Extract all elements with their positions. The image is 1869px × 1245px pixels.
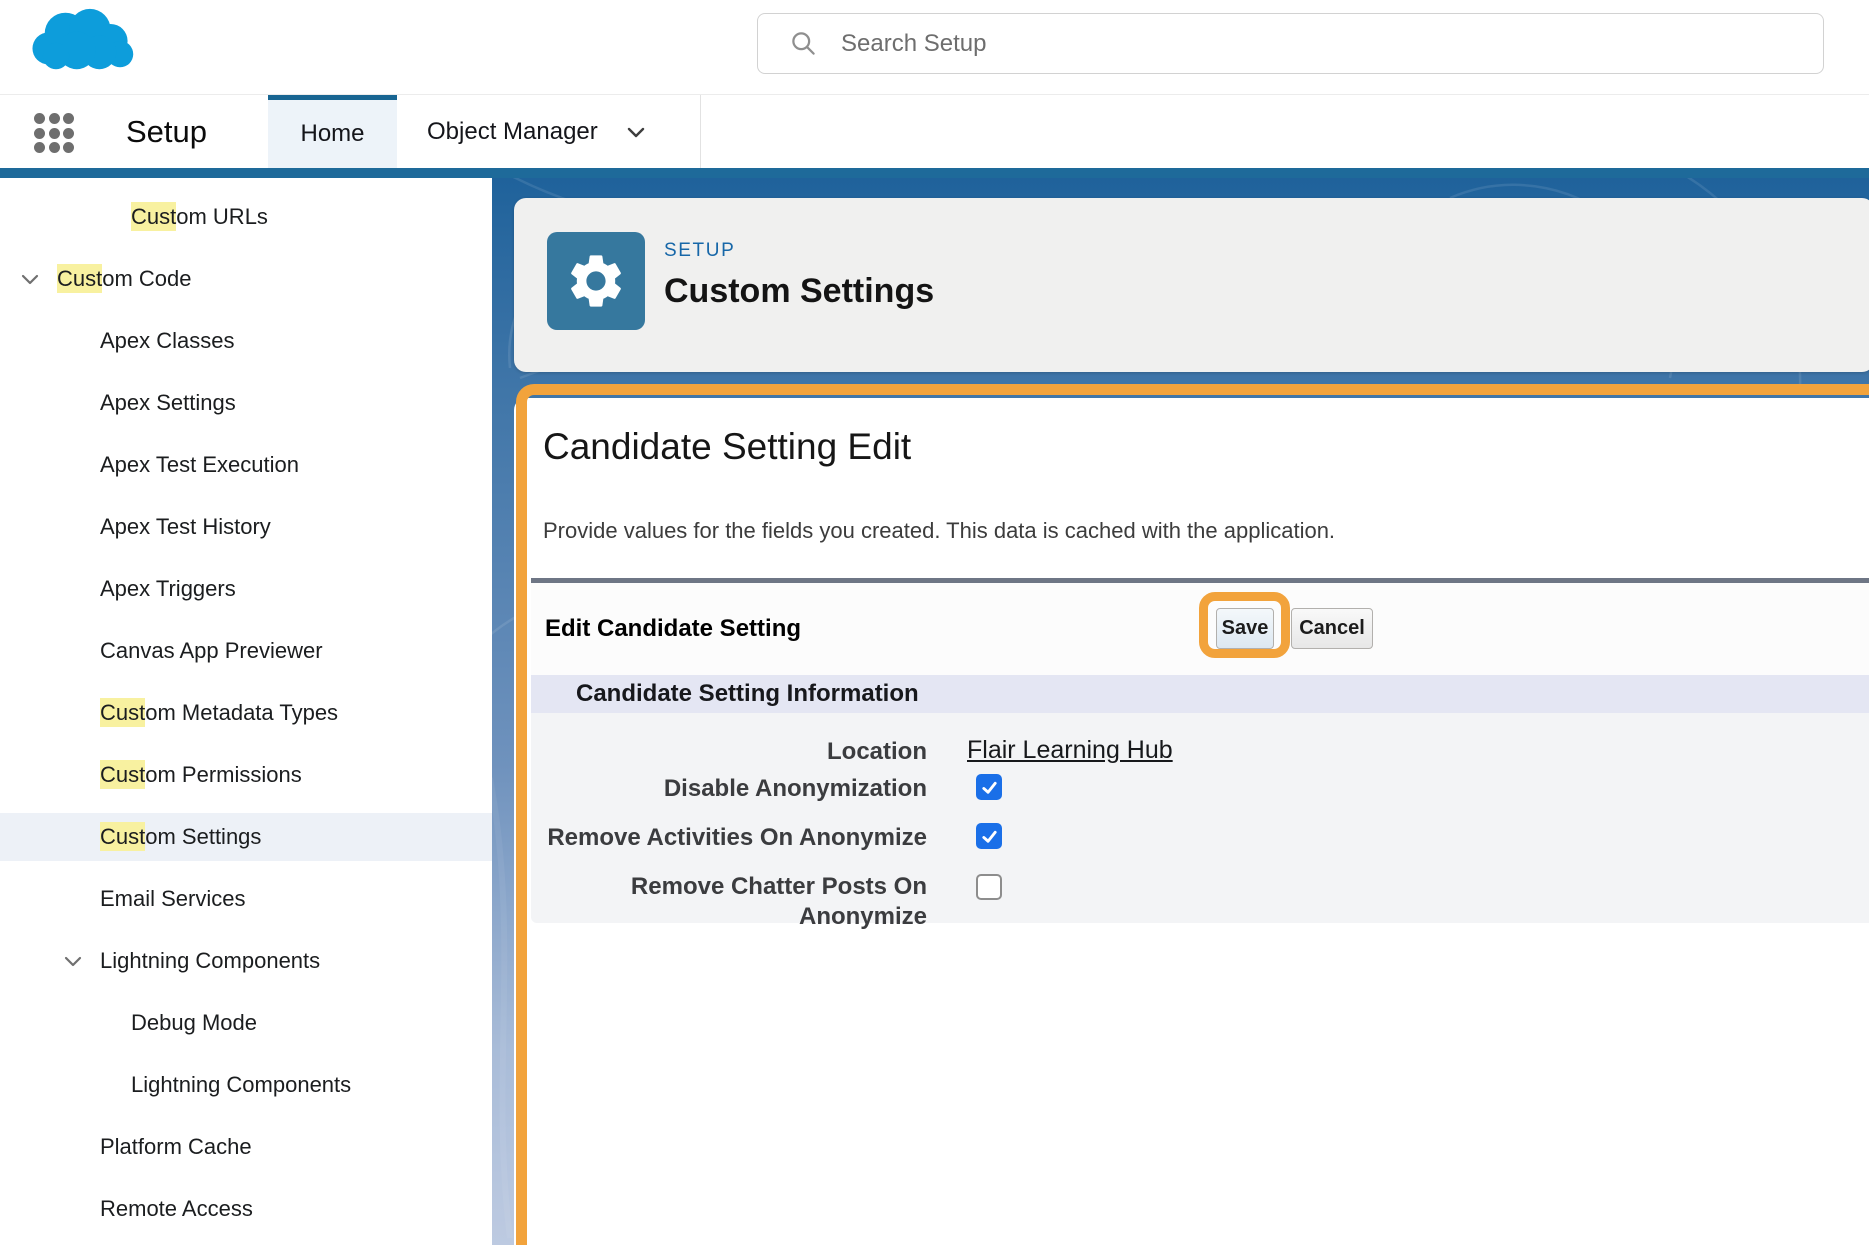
disable-anonymization-label: Disable Anonymization bbox=[531, 774, 927, 804]
section-header-bar: Edit Candidate Setting Save Cancel bbox=[531, 583, 1869, 675]
app-name: Setup bbox=[126, 95, 207, 168]
sidebar-item-label: Debug Mode bbox=[131, 1010, 257, 1036]
search-match-highlight: Cust bbox=[57, 264, 102, 293]
sidebar-item-label: Custom Code bbox=[57, 266, 192, 292]
setup-nav-tree: Custom URLs Custom Code Apex Classes Apex S… bbox=[0, 178, 492, 1245]
global-header bbox=[0, 0, 1869, 95]
setup-search[interactable] bbox=[757, 13, 1824, 74]
page-eyebrow: SETUP bbox=[664, 240, 735, 262]
sidebar-item-label: Email Services bbox=[100, 886, 245, 912]
save-button[interactable]: Save bbox=[1216, 608, 1274, 649]
sidebar-item-label: Apex Test History bbox=[100, 514, 271, 540]
remove-chatter-posts-on-anonymize-checkbox[interactable] bbox=[976, 874, 1002, 900]
sidebar-item-debug-mode[interactable]: Debug Mode bbox=[0, 999, 492, 1047]
remove-activities-on-anonymize-label: Remove Activities On Anonymize bbox=[531, 823, 927, 853]
sidebar-item-lightning-components[interactable]: Lightning Components bbox=[0, 1061, 492, 1109]
edit-page-title: Candidate Setting Edit bbox=[543, 424, 911, 470]
cancel-button[interactable]: Cancel bbox=[1291, 608, 1373, 649]
location-value-link[interactable]: Flair Learning Hub bbox=[967, 735, 1173, 765]
sidebar-item-label: Custom Metadata Types bbox=[100, 700, 338, 726]
sidebar-item-custom-code[interactable]: Custom Code bbox=[0, 255, 492, 303]
search-match-highlight: Cust bbox=[100, 698, 145, 727]
setup-nav-bar: Setup Home Object Manager bbox=[0, 95, 1869, 168]
sidebar-item-label: Apex Settings bbox=[100, 390, 236, 416]
salesforce-setup-page: Setup Home Object Manager bbox=[0, 0, 1869, 1245]
edit-section: Edit Candidate Setting Save Cancel Candi… bbox=[531, 578, 1869, 923]
edit-page-description: Provide values for the fields you create… bbox=[543, 516, 1335, 546]
sidebar-item-label: Canvas App Previewer bbox=[100, 638, 323, 664]
chevron-down-icon bbox=[624, 120, 648, 144]
section-header-title: Edit Candidate Setting bbox=[545, 583, 801, 675]
sidebar-item-custom-permissions[interactable]: Custom Permissions bbox=[0, 751, 492, 799]
sidebar-item-apex-classes[interactable]: Apex Classes bbox=[0, 317, 492, 365]
page-title: Custom Settings bbox=[664, 272, 934, 311]
search-match-highlight: Cust bbox=[100, 760, 145, 789]
sidebar-item-label: Apex Test Execution bbox=[100, 452, 299, 478]
main-content-card: Candidate Setting Edit Provide values fo… bbox=[514, 398, 1869, 1245]
search-match-highlight: Cust bbox=[100, 822, 145, 851]
sidebar-item-label: Apex Triggers bbox=[100, 576, 236, 602]
sidebar-item-label: Lightning Components bbox=[100, 948, 320, 974]
search-icon bbox=[790, 30, 817, 57]
sidebar-item-apex-test-execution[interactable]: Apex Test Execution bbox=[0, 441, 492, 489]
sidebar-item-label: Lightning Components bbox=[131, 1072, 351, 1098]
sidebar-item-canvas-app-previewer[interactable]: Canvas App Previewer bbox=[0, 627, 492, 675]
remove-chatter-posts-on-anonymize-label: Remove Chatter Posts On Anonymize bbox=[531, 872, 927, 932]
salesforce-logo bbox=[24, 8, 137, 72]
sidebar-item-label: Platform Cache bbox=[100, 1134, 252, 1160]
sidebar-item-label: Apex Classes bbox=[100, 328, 235, 354]
form-rows: Location Flair Learning Hub Disable Anonym… bbox=[531, 713, 1869, 923]
gear-icon bbox=[564, 249, 628, 313]
sidebar-item-custom-settings[interactable]: Custom Settings bbox=[0, 813, 492, 861]
brand-underline bbox=[0, 168, 1869, 178]
sidebar-item-label: Custom Permissions bbox=[100, 762, 302, 788]
sidebar-item-custom-urls[interactable]: Custom URLs bbox=[0, 193, 492, 241]
search-input[interactable] bbox=[839, 29, 1699, 59]
sidebar-item-label: Custom Settings bbox=[100, 824, 261, 850]
sidebar-item-apex-settings[interactable]: Apex Settings bbox=[0, 379, 492, 427]
nav-divider bbox=[700, 95, 701, 168]
info-section-bar: Candidate Setting Information bbox=[531, 675, 1869, 713]
chevron-down-icon[interactable] bbox=[18, 267, 42, 291]
search-match-highlight: Cust bbox=[131, 202, 176, 231]
tab-home[interactable]: Home bbox=[268, 95, 397, 168]
page-header-card: SETUP Custom Settings bbox=[514, 198, 1869, 372]
disable-anonymization-checkbox[interactable] bbox=[976, 774, 1002, 800]
setup-gear-tile bbox=[547, 232, 645, 330]
chevron-down-icon[interactable] bbox=[61, 949, 85, 973]
sidebar-item-apex-test-history[interactable]: Apex Test History bbox=[0, 503, 492, 551]
tab-object-manager-label: Object Manager bbox=[427, 118, 598, 146]
info-section-title: Candidate Setting Information bbox=[576, 675, 919, 713]
sidebar-item-lightning-components[interactable]: Lightning Components bbox=[0, 937, 492, 985]
sidebar-item-custom-metadata-types[interactable]: Custom Metadata Types bbox=[0, 689, 492, 737]
sidebar-item-platform-cache[interactable]: Platform Cache bbox=[0, 1123, 492, 1171]
remove-activities-on-anonymize-checkbox[interactable] bbox=[976, 823, 1002, 849]
sidebar-item-email-services[interactable]: Email Services bbox=[0, 875, 492, 923]
workspace: Custom URLs Custom Code Apex Classes Apex S… bbox=[0, 178, 1869, 1245]
tab-home-label: Home bbox=[300, 120, 364, 148]
location-label: Location bbox=[531, 737, 927, 767]
tab-object-manager[interactable]: Object Manager bbox=[397, 95, 697, 168]
sidebar-item-apex-triggers[interactable]: Apex Triggers bbox=[0, 565, 492, 613]
app-launcher-icon[interactable] bbox=[34, 113, 80, 153]
sidebar-item-remote-access[interactable]: Remote Access bbox=[0, 1185, 492, 1233]
sidebar-item-label: Remote Access bbox=[100, 1196, 253, 1222]
sidebar-item-label: Custom URLs bbox=[131, 204, 268, 230]
